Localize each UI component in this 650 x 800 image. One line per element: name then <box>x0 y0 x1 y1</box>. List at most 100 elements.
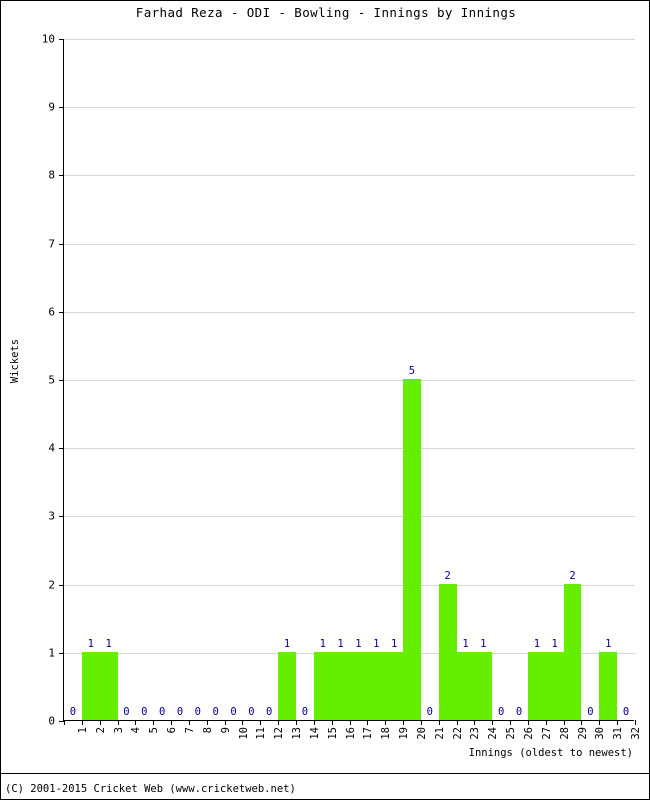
gridline <box>64 584 635 586</box>
x-tick <box>313 720 315 725</box>
x-tick <box>224 720 226 725</box>
bar-value-label: 1 <box>355 637 362 650</box>
x-axis-title: Innings (oldest to newest) <box>468 747 633 759</box>
bar <box>599 651 618 720</box>
y-tick <box>59 243 64 245</box>
bar-value-label: 2 <box>444 569 451 582</box>
y-tick <box>59 39 64 40</box>
y-tick-label: 5 <box>48 373 55 387</box>
y-tick-label: 10 <box>41 32 55 46</box>
x-tick <box>367 720 369 725</box>
gridline <box>64 516 635 518</box>
x-tick-label: 32 <box>630 727 643 740</box>
bar <box>367 651 386 720</box>
x-tick-label: 28 <box>558 727 571 740</box>
bar <box>545 651 564 720</box>
x-tick-label: 6 <box>166 727 179 734</box>
x-tick-label: 17 <box>362 727 375 740</box>
bar <box>438 583 457 720</box>
x-tick-label: 26 <box>523 727 536 740</box>
gridline <box>64 243 635 245</box>
chart-frame: Farhad Reza - ODI - Bowling - Innings by… <box>0 0 650 800</box>
y-tick-label: 4 <box>48 441 55 455</box>
x-tick <box>474 720 476 725</box>
x-tick <box>403 720 405 725</box>
x-tick-label: 5 <box>148 727 161 734</box>
bar <box>563 583 582 720</box>
x-tick <box>617 720 619 725</box>
bar-value-label: 0 <box>176 706 184 718</box>
x-tick <box>581 720 583 725</box>
x-tick <box>81 720 83 725</box>
bar <box>99 651 118 720</box>
x-tick-label: 25 <box>505 727 518 740</box>
bar-value-label: 0 <box>69 706 77 718</box>
bar-value-label: 1 <box>390 637 398 650</box>
chart-title: Farhad Reza - ODI - Bowling - Innings by… <box>135 5 517 20</box>
bar-value-label: 1 <box>462 637 469 650</box>
x-tick-label: 27 <box>540 727 553 740</box>
x-tick-label: 16 <box>344 727 357 740</box>
bar <box>474 651 493 720</box>
x-tick-label: 21 <box>433 727 446 740</box>
x-tick-label: 3 <box>112 727 125 734</box>
bar-value-label: 0 <box>498 706 505 718</box>
x-tick-label: 30 <box>594 727 607 740</box>
bar-value-label: 0 <box>123 706 130 718</box>
y-tick-label: 0 <box>48 714 55 728</box>
gridline <box>64 39 635 40</box>
x-tick-label: 12 <box>273 727 286 740</box>
x-tick-label: 9 <box>219 727 232 734</box>
x-tick-label: 20 <box>415 727 428 740</box>
bar-value-label: 0 <box>158 706 166 718</box>
x-tick <box>527 720 529 725</box>
y-tick <box>59 584 64 586</box>
x-tick-label: 4 <box>130 727 143 734</box>
x-tick <box>242 720 244 725</box>
x-tick-label: 11 <box>255 727 268 740</box>
bar-value-label: 0 <box>266 706 273 718</box>
x-tick <box>438 720 440 725</box>
x-tick-label: 31 <box>612 727 625 740</box>
bar-value-label: 0 <box>587 706 594 718</box>
y-tick-label: 9 <box>48 100 55 114</box>
bar <box>349 651 368 720</box>
bar-value-label: 1 <box>373 637 380 650</box>
bar <box>278 651 296 720</box>
bar-value-label: 0 <box>194 706 201 718</box>
bar-value-label: 1 <box>319 637 326 650</box>
x-tick <box>510 720 512 725</box>
y-tick-label: 8 <box>48 168 55 182</box>
x-tick-label: 7 <box>183 727 196 734</box>
y-tick <box>59 652 64 654</box>
y-tick <box>59 311 64 313</box>
bar-value-label: 0 <box>301 706 309 718</box>
x-tick-label: 2 <box>94 727 107 734</box>
x-tick <box>456 720 458 725</box>
x-tick <box>99 720 101 725</box>
x-tick <box>153 720 155 725</box>
y-tick <box>59 516 64 518</box>
y-tick <box>59 448 64 450</box>
x-tick <box>599 720 601 725</box>
bar-value-label: 1 <box>480 637 487 650</box>
x-tick-label: 18 <box>380 727 393 740</box>
bar-value-label: 0 <box>248 706 255 718</box>
bar-value-label: 1 <box>533 637 541 650</box>
bar <box>331 651 350 720</box>
bar-value-label: 0 <box>141 706 148 718</box>
x-tick <box>420 720 422 725</box>
x-tick <box>563 720 565 725</box>
x-tick <box>188 720 190 725</box>
bar-value-label: 0 <box>515 706 523 718</box>
y-tick-label: 6 <box>48 305 55 319</box>
x-tick-label: 8 <box>201 727 214 734</box>
bar-value-label: 1 <box>87 637 94 650</box>
x-tick-label: 19 <box>398 727 411 740</box>
bar <box>403 379 421 720</box>
x-tick <box>171 720 173 725</box>
x-tick <box>331 720 333 725</box>
plot-area: 01100000000010111115021100112010 <box>59 39 636 725</box>
gridline <box>64 311 635 313</box>
bar-value-label: 2 <box>569 569 576 582</box>
